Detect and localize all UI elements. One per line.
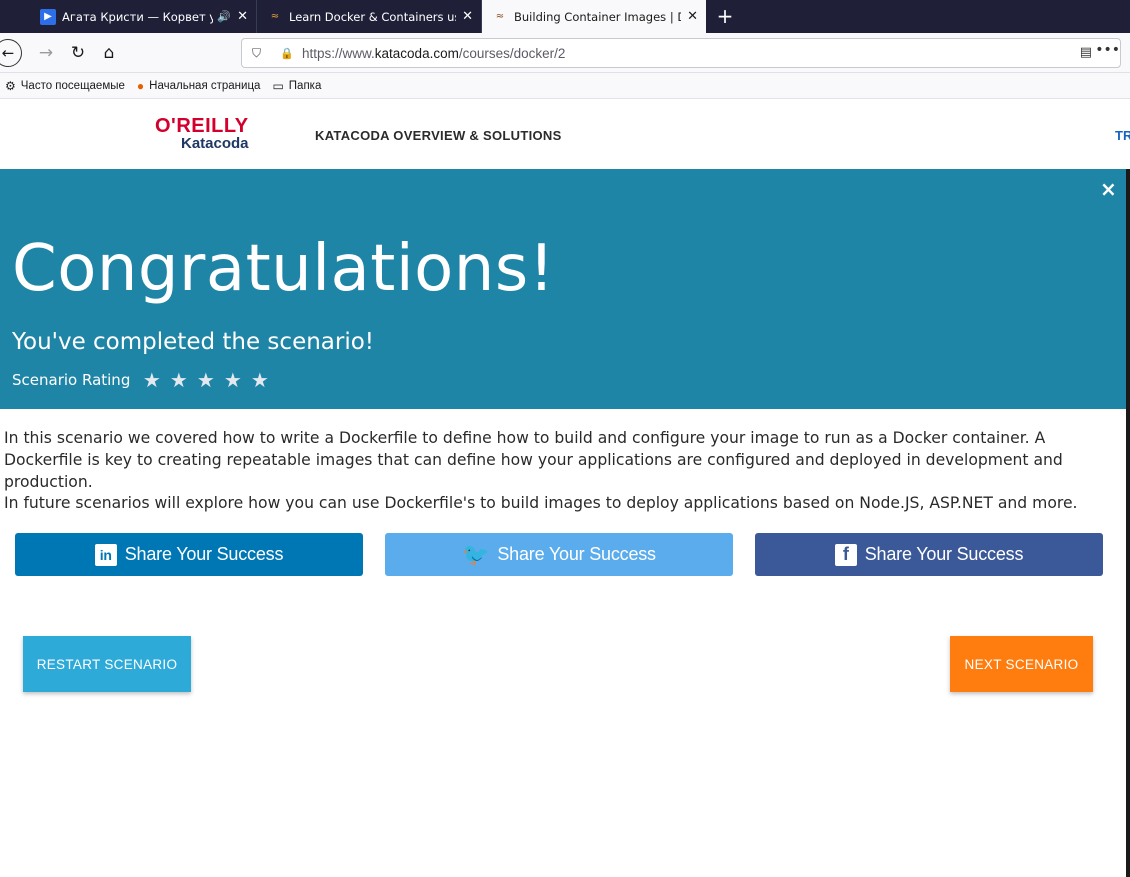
home-icon: ⌂ [103, 43, 115, 63]
tab-title: Building Container Images | Do [514, 9, 682, 24]
oreilly-katacoda-logo[interactable]: O'REILLY Katacoda [155, 116, 267, 156]
bookmark-label: Папка [288, 79, 322, 92]
tab-title: Агата Кристи — Корвет ух [62, 9, 214, 24]
shield-icon[interactable]: ⛉ [252, 46, 268, 61]
tab-title: Learn Docker & Containers usi [289, 9, 457, 24]
arrow-right-icon: → [38, 43, 54, 63]
linkedin-icon: in [94, 543, 117, 566]
play-icon: ▶ [40, 8, 56, 25]
url-prefix: https://www. [302, 45, 375, 61]
tab-building-container-images[interactable]: ≈ Building Container Images | Do ✕ [482, 0, 706, 33]
summary-paragraph: In this scenario we covered how to write… [4, 429, 1063, 491]
close-tab-icon[interactable]: ✕ [237, 9, 248, 24]
share-label: Share Your Success [497, 544, 656, 564]
share-label: Share Your Success [124, 544, 284, 564]
logo-katacoda: Katacoda [181, 135, 249, 152]
nav-overview-solutions[interactable]: KATACODA OVERVIEW & SOLUTIONS [315, 128, 562, 143]
restart-scenario-button[interactable]: RESTART SCENARIO [23, 636, 191, 692]
bookmark-folder[interactable]: ▭ Папка [272, 79, 321, 93]
speaker-icon[interactable]: 🔊 [217, 10, 231, 23]
lock-icon[interactable]: 🔒 [280, 47, 294, 60]
reader-view-icon[interactable]: ▤ [1080, 45, 1092, 60]
more-icon[interactable]: ••• [1095, 42, 1120, 58]
scenario-rating: Scenario Rating ★ ★ ★ ★ ★ [12, 370, 273, 390]
url-path: /courses/docker/2 [458, 45, 566, 61]
banner-subtitle: You've completed the scenario! [12, 329, 375, 355]
url-bar[interactable]: ⛉ 🔒 https://www.katacoda.com/courses/doc… [241, 38, 1121, 68]
navigation-bar: ← → ↻ ⌂ ⛉ 🔒 https://www.katacoda.com/cou… [0, 33, 1130, 73]
twitter-icon: 🐦 [462, 541, 490, 567]
firefox-icon: ● [136, 78, 145, 93]
url-text[interactable]: https://www.katacoda.com/courses/docker/… [302, 46, 565, 61]
star-icon[interactable]: ★ [246, 370, 273, 390]
back-button[interactable]: ← [0, 39, 22, 67]
star-icon[interactable]: ★ [165, 370, 192, 390]
star-icon[interactable]: ★ [192, 370, 219, 390]
new-tab-button[interactable]: + [712, 2, 738, 30]
folder-icon: ▭ [272, 78, 284, 93]
url-host: katacoda.com [374, 45, 459, 61]
close-icon[interactable]: × [1100, 177, 1117, 201]
future-paragraph: In future scenarios will explore how you… [4, 494, 1078, 512]
tab-bar: ▶ Агата Кристи — Корвет ух 🔊 ✕ ≈ Learn D… [0, 0, 1130, 33]
katacoda-icon: ≈ [495, 11, 505, 22]
banner-title: Congratulations! [12, 232, 555, 306]
share-label: Share Your Success [864, 544, 1024, 564]
nav-link-right[interactable]: TR [1115, 128, 1130, 143]
tab-learn-docker[interactable]: ≈ Learn Docker & Containers usi ✕ [257, 0, 482, 33]
bookmark-most-visited[interactable]: ⚙ Часто посещаемые [5, 79, 125, 93]
facebook-icon: f [834, 543, 857, 566]
bookmark-label: Часто посещаемые [20, 79, 125, 92]
arrow-left-icon: ← [1, 44, 15, 62]
rating-stars[interactable]: ★ ★ ★ ★ ★ [138, 370, 273, 390]
tab-music[interactable]: ▶ Агата Кристи — Корвет ух 🔊 ✕ [30, 0, 257, 33]
bookmark-label: Начальная страница [149, 79, 261, 92]
share-facebook-button[interactable]: f Share Your Success [755, 533, 1103, 576]
rating-label: Scenario Rating [12, 371, 131, 389]
bookmarks-bar: ⚙ Часто посещаемые ● Начальная страница … [0, 73, 1130, 99]
logo-oreilly: O'REILLY [155, 115, 249, 137]
home-button[interactable]: ⌂ [96, 40, 122, 66]
congratulations-banner: × Congratulations! You've completed the … [0, 169, 1130, 409]
reload-icon: ↻ [70, 43, 86, 63]
close-tab-icon[interactable]: ✕ [687, 9, 698, 24]
gear-icon: ⚙ [5, 78, 16, 93]
close-tab-icon[interactable]: ✕ [462, 9, 473, 24]
site-header: O'REILLY Katacoda KATACODA OVERVIEW & SO… [0, 100, 1130, 169]
star-icon[interactable]: ★ [138, 370, 165, 390]
next-scenario-button[interactable]: NEXT SCENARIO [950, 636, 1093, 692]
bookmark-start-page[interactable]: ● Начальная страница [137, 79, 261, 93]
page-edge [1126, 169, 1130, 877]
forward-button[interactable]: → [33, 40, 59, 66]
star-icon[interactable]: ★ [219, 370, 246, 390]
share-linkedin-button[interactable]: in Share Your Success [15, 533, 363, 576]
reload-button[interactable]: ↻ [65, 40, 91, 66]
share-twitter-button[interactable]: 🐦 Share Your Success [385, 533, 733, 576]
katacoda-icon: ≈ [270, 11, 280, 22]
